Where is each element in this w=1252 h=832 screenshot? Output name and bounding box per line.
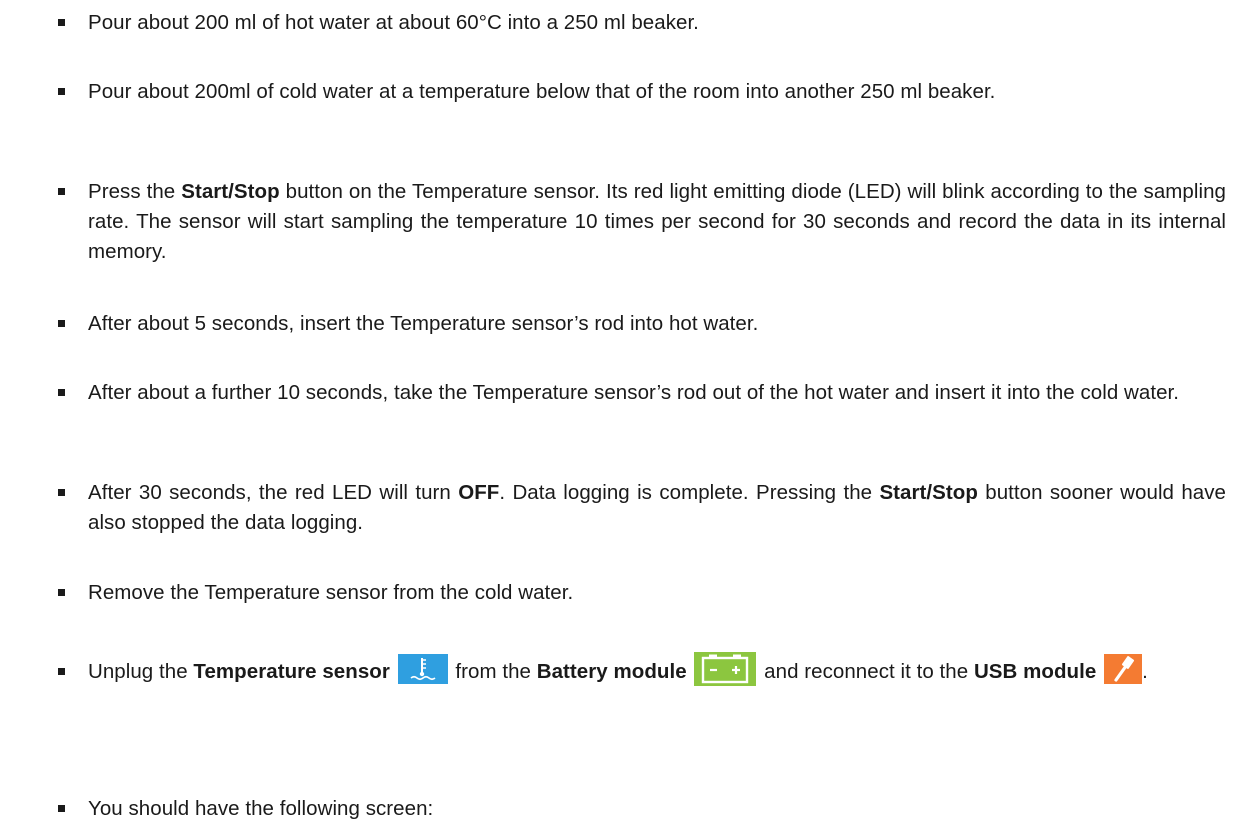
step-6-text: After 30 seconds, the red LED will turn … (88, 481, 1226, 534)
temperature-sensor-icon (397, 653, 448, 684)
usb-module-label: USB module (973, 660, 1097, 683)
step-4-text: After about 5 seconds, insert the Temper… (88, 312, 759, 335)
bullet-marker (58, 88, 65, 95)
step-5-text: After about a further 10 seconds, take t… (88, 381, 1180, 404)
step-7-text: Remove the Temperature sensor from the c… (88, 581, 574, 604)
instruction-document: Pour about 200 ml of hot water at about … (0, 0, 1252, 832)
off-label: OFF (458, 481, 500, 504)
bullet-marker (58, 668, 65, 675)
battery-module-label: Battery module (536, 660, 687, 683)
bullet-marker (58, 805, 65, 812)
bullet-marker (58, 320, 65, 327)
bullet-marker (58, 389, 65, 396)
step-8-text: Unplug the Temperature sensor from the B… (88, 650, 1226, 693)
start-stop-label: Start/Stop (879, 481, 978, 504)
usb-module-icon (1104, 653, 1143, 684)
step-3-text: Press the Start/Stop button on the Tempe… (88, 180, 1226, 263)
start-stop-label: Start/Stop (181, 180, 280, 203)
step-2-text: Pour about 200ml of cold water at a temp… (88, 80, 996, 103)
bullet-marker (58, 589, 65, 596)
battery-module-icon (694, 651, 757, 686)
step-9-text: You should have the following screen: (88, 797, 434, 820)
bullet-marker (58, 19, 65, 26)
bullet-marker (58, 489, 65, 496)
step-1-text: Pour about 200 ml of hot water at about … (88, 11, 699, 34)
bullet-marker (58, 188, 65, 195)
temperature-sensor-label: Temperature sensor (193, 660, 390, 683)
